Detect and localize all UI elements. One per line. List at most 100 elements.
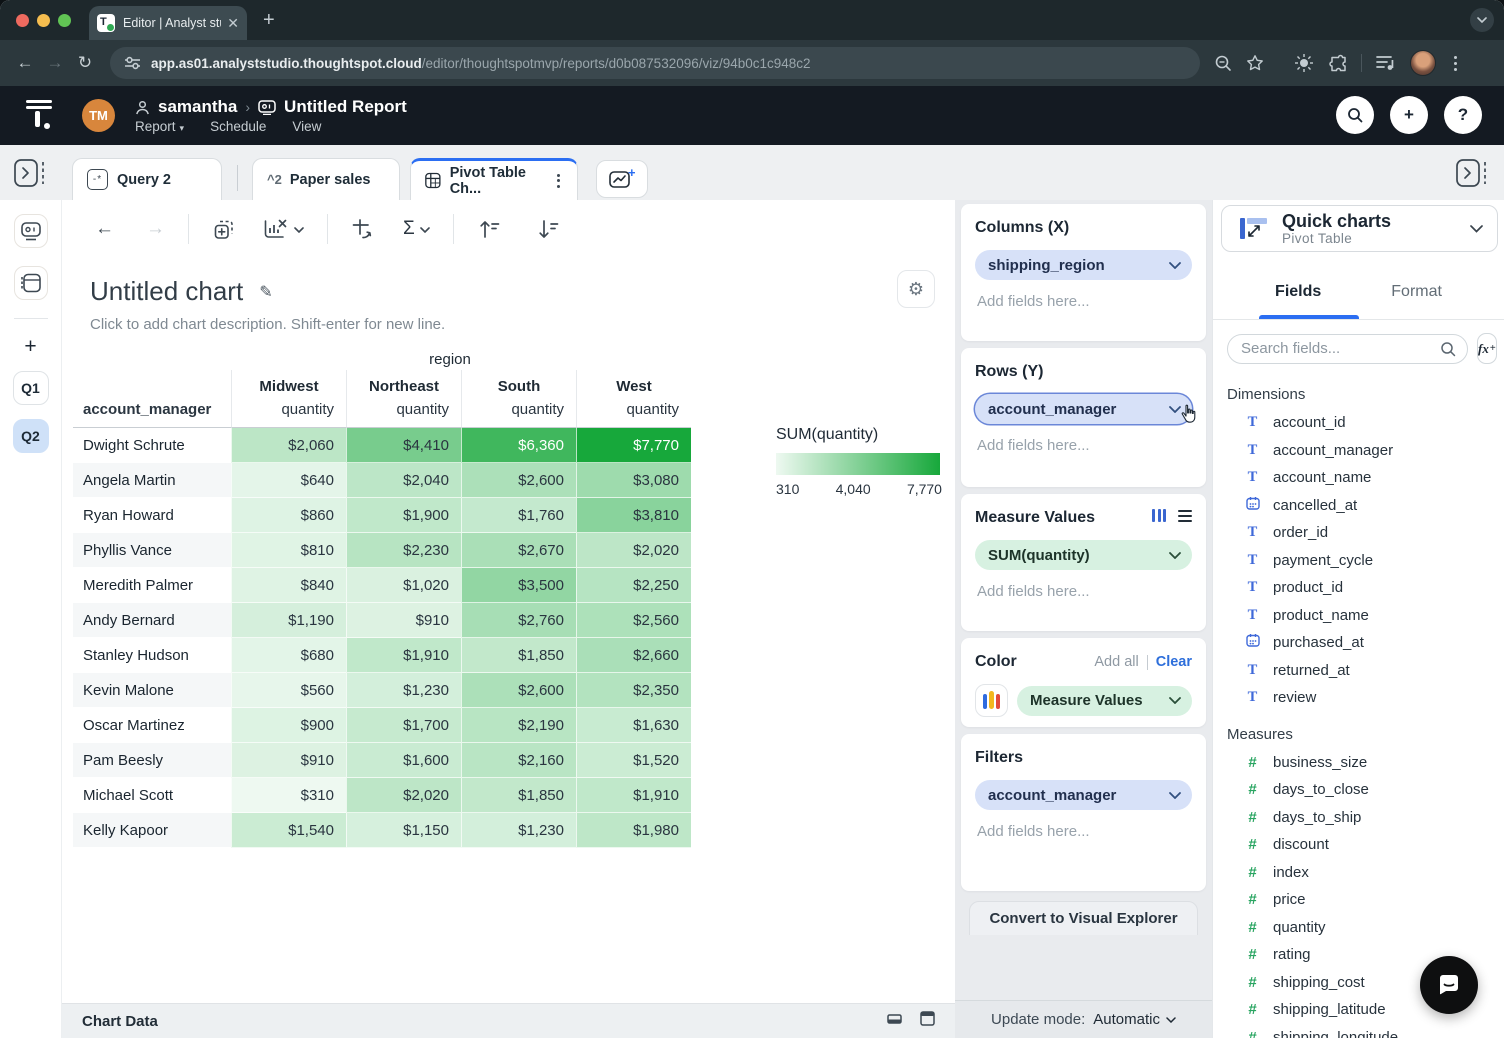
pivot-cell[interactable]: $1,700 [346,708,461,743]
pivot-cell[interactable]: $2,670 [461,533,576,568]
add-formula-button[interactable]: fx+ [1477,333,1497,364]
pivot-cell[interactable]: $2,020 [576,533,691,568]
menu-view[interactable]: View [292,119,321,134]
add-all-link[interactable]: Add all [1094,654,1138,670]
pivot-cell[interactable]: $2,040 [346,463,461,498]
media-controls-icon[interactable] [1376,55,1396,71]
close-window-button[interactable] [16,14,29,27]
field-item-discount[interactable]: #discount [1213,831,1504,859]
extensions-puzzle-icon[interactable] [1328,54,1347,73]
user-name[interactable]: samantha [158,97,237,117]
row-label[interactable]: Andy Bernard [73,603,231,638]
chevron-down-icon[interactable] [1169,792,1181,799]
collapse-data-panel-icon[interactable] [887,1011,902,1031]
field-item-quantity[interactable]: #quantity [1213,914,1504,942]
add-chart-tab-button[interactable]: + [596,160,648,198]
app-logo-icon[interactable] [26,98,56,134]
pivot-cell[interactable]: $1,150 [346,813,461,848]
search-fields-input[interactable] [1241,340,1440,357]
pivot-cell[interactable]: $2,560 [576,603,691,638]
sort-descending-icon[interactable] [527,212,570,246]
field-item-order_id[interactable]: Torder_id [1213,519,1504,547]
pivot-cell[interactable]: $840 [231,568,346,603]
field-item-purchased_at[interactable]: purchased_at [1213,629,1504,657]
field-pill-account-manager[interactable]: account_manager [975,394,1192,424]
color-field-pill[interactable]: Measure Values [1017,686,1192,716]
pivot-cell[interactable]: $1,850 [461,638,576,673]
row-label[interactable]: Angela Martin [73,463,231,498]
pivot-cell[interactable]: $2,660 [576,638,691,673]
close-tab-icon[interactable]: ✕ [227,15,239,32]
reload-icon[interactable]: ↻ [70,53,100,73]
collapse-right-panel-icon[interactable] [1456,159,1490,192]
add-fields-placeholder[interactable]: Add fields here... [975,583,1192,600]
field-item-account_manager[interactable]: Taccount_manager [1213,437,1504,465]
add-button[interactable]: + [1390,96,1428,134]
workspace-avatar[interactable]: TM [82,99,115,132]
pivot-cell[interactable]: $2,060 [231,428,346,463]
pivot-cell[interactable]: $2,160 [461,743,576,778]
settings-sun-icon[interactable] [1294,53,1314,73]
row-label[interactable]: Dwight Schrute [73,428,231,463]
pivot-cell[interactable]: $910 [231,743,346,778]
pivot-cell[interactable]: $1,630 [576,708,691,743]
pivot-cell[interactable]: $310 [231,778,346,813]
maximize-window-button[interactable] [58,14,71,27]
column-header[interactable]: West [576,370,691,397]
row-label[interactable]: Kevin Malone [73,673,231,708]
row-label[interactable]: Michael Scott [73,778,231,813]
tab-search-button[interactable] [1470,8,1494,32]
row-label[interactable]: Ryan Howard [73,498,231,533]
tab-pivot-table-chart[interactable]: Pivot Table Ch... [410,158,578,200]
pivot-cell[interactable]: $1,600 [346,743,461,778]
field-item-days_to_ship[interactable]: #days_to_ship [1213,804,1504,832]
pivot-cell[interactable]: $3,810 [576,498,691,533]
pivot-cell[interactable]: $1,910 [346,638,461,673]
pivot-cell[interactable]: $4,410 [346,428,461,463]
pivot-cell[interactable]: $3,080 [576,463,691,498]
row-label[interactable]: Meredith Palmer [73,568,231,603]
pivot-cell[interactable]: $1,020 [346,568,461,603]
duplicate-chart-icon[interactable] [203,211,245,247]
pivot-cell[interactable]: $7,770 [576,428,691,463]
add-fields-placeholder[interactable]: Add fields here... [975,437,1192,454]
pivot-cell[interactable]: $900 [231,708,346,743]
convert-to-visual-explorer-button[interactable]: Convert to Visual Explorer [969,901,1198,935]
aggregate-sigma-icon[interactable]: Σ [394,212,439,246]
minimize-window-button[interactable] [37,14,50,27]
tab-options-kebab-icon[interactable] [554,171,563,191]
tab-fields[interactable]: Fields [1275,275,1321,301]
pivot-cell[interactable]: $1,520 [576,743,691,778]
browser-tab[interactable]: T Editor | Analyst studio ✕ [89,6,247,40]
pivot-cell[interactable]: $860 [231,498,346,533]
add-fields-placeholder[interactable]: Add fields here... [975,823,1192,840]
column-header[interactable]: Northeast [346,370,461,397]
zoom-page-icon[interactable] [1214,54,1232,72]
collapse-left-panel-icon[interactable] [14,159,48,192]
column-header[interactable]: South [461,370,576,397]
pivot-cell[interactable]: $2,230 [346,533,461,568]
data-sources-icon[interactable] [14,266,48,300]
column-header[interactable]: Midwest [231,370,346,397]
edit-title-pencil-icon[interactable]: ✎ [259,282,272,301]
pivot-cell[interactable]: $910 [346,603,461,638]
pivot-cell[interactable]: $3,500 [461,568,576,603]
pivot-cell[interactable]: $810 [231,533,346,568]
pivot-cell[interactable]: $1,190 [231,603,346,638]
remove-chart-icon[interactable] [253,211,313,247]
field-item-product_id[interactable]: Tproduct_id [1213,574,1504,602]
search-button[interactable] [1336,96,1374,134]
pivot-cell[interactable]: $2,600 [461,463,576,498]
undo-back-icon[interactable]: ← [86,212,123,246]
row-field-header[interactable]: account_manager [73,397,231,428]
row-label[interactable]: Pam Beesly [73,743,231,778]
field-item-index[interactable]: #index [1213,859,1504,887]
field-pill-shipping-region[interactable]: shipping_region [975,250,1192,280]
browser-profile-avatar[interactable] [1410,50,1436,76]
row-label[interactable]: Stanley Hudson [73,638,231,673]
chart-settings-gear-icon[interactable]: ⚙ [897,270,935,308]
report-title[interactable]: Untitled Report [284,97,407,117]
pivot-cell[interactable]: $1,900 [346,498,461,533]
chart-data-label[interactable]: Chart Data [82,1013,158,1030]
field-item-price[interactable]: #price [1213,886,1504,914]
